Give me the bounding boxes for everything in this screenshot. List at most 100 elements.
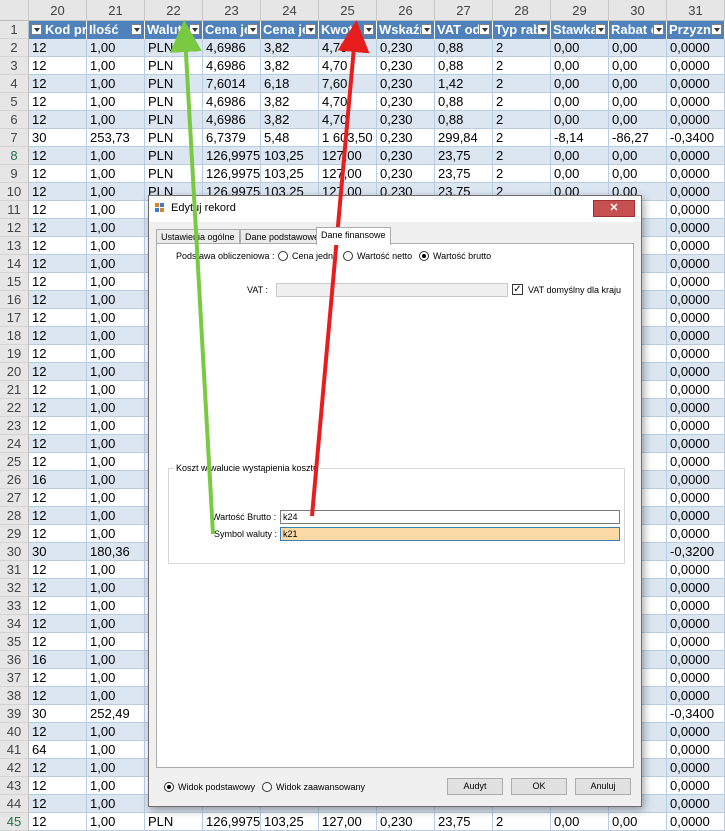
table-cell[interactable]: 1,00 bbox=[87, 777, 145, 795]
table-cell[interactable]: 2 bbox=[493, 57, 551, 75]
row-header[interactable]: 42 bbox=[0, 759, 29, 777]
table-cell[interactable]: 12 bbox=[29, 795, 87, 813]
table-cell[interactable]: 1,00 bbox=[87, 75, 145, 93]
table-cell[interactable]: 30 bbox=[29, 129, 87, 147]
table-cell[interactable]: 1,00 bbox=[87, 417, 145, 435]
row-header[interactable]: 37 bbox=[0, 669, 29, 687]
table-cell[interactable]: 2 bbox=[493, 75, 551, 93]
column-header[interactable]: 27 bbox=[435, 0, 493, 21]
table-cell[interactable]: 12 bbox=[29, 759, 87, 777]
table-cell[interactable]: 23,75 bbox=[435, 147, 493, 165]
table-cell[interactable]: 6,7379 bbox=[203, 129, 261, 147]
table-header-cell[interactable]: Ilość bbox=[87, 21, 145, 39]
table-header-cell[interactable]: Wskaźn bbox=[377, 21, 435, 39]
table-cell[interactable]: 6,18 bbox=[261, 75, 319, 93]
table-cell[interactable]: 12 bbox=[29, 561, 87, 579]
table-cell[interactable]: 0,00 bbox=[609, 93, 667, 111]
table-cell[interactable]: 12 bbox=[29, 75, 87, 93]
table-cell[interactable]: 126,9975 bbox=[203, 813, 261, 831]
table-header-cell[interactable]: Przyzna bbox=[667, 21, 725, 39]
table-cell[interactable]: 3,82 bbox=[261, 57, 319, 75]
table-cell[interactable]: 1,00 bbox=[87, 147, 145, 165]
table-cell[interactable]: 0,88 bbox=[435, 57, 493, 75]
row-header[interactable]: 12 bbox=[0, 219, 29, 237]
sheet-corner[interactable] bbox=[0, 0, 29, 21]
table-cell[interactable]: 1,00 bbox=[87, 687, 145, 705]
table-cell[interactable]: PLN bbox=[145, 75, 203, 93]
table-cell[interactable]: 12 bbox=[29, 525, 87, 543]
table-cell[interactable]: 1,00 bbox=[87, 309, 145, 327]
table-cell[interactable]: 2 bbox=[493, 39, 551, 57]
table-cell[interactable]: 12 bbox=[29, 597, 87, 615]
table-cell[interactable]: 0,0000 bbox=[667, 93, 725, 111]
filter-dropdown-icon[interactable] bbox=[305, 24, 316, 35]
table-cell[interactable]: 103,25 bbox=[261, 165, 319, 183]
table-cell[interactable]: 12 bbox=[29, 201, 87, 219]
row-header[interactable]: 29 bbox=[0, 525, 29, 543]
column-header[interactable]: 29 bbox=[551, 0, 609, 21]
table-cell[interactable]: 0,230 bbox=[377, 39, 435, 57]
table-cell[interactable]: 1,00 bbox=[87, 201, 145, 219]
row-header[interactable]: 13 bbox=[0, 237, 29, 255]
row-header[interactable]: 19 bbox=[0, 345, 29, 363]
table-cell[interactable]: 1,00 bbox=[87, 615, 145, 633]
row-header[interactable]: 6 bbox=[0, 111, 29, 129]
table-cell[interactable]: 0,0000 bbox=[667, 651, 725, 669]
table-cell[interactable]: 12 bbox=[29, 579, 87, 597]
table-cell[interactable]: -0,3400 bbox=[667, 705, 725, 723]
table-cell[interactable]: 1,00 bbox=[87, 291, 145, 309]
row-header[interactable]: 18 bbox=[0, 327, 29, 345]
table-cell[interactable]: 4,6986 bbox=[203, 39, 261, 57]
cancel-button[interactable]: Anuluj bbox=[575, 778, 631, 795]
table-cell[interactable]: 0,0000 bbox=[667, 327, 725, 345]
table-cell[interactable]: 0,00 bbox=[609, 813, 667, 831]
table-cell[interactable]: 1,00 bbox=[87, 597, 145, 615]
table-cell[interactable]: 127,00 bbox=[319, 813, 377, 831]
table-cell[interactable]: 12 bbox=[29, 399, 87, 417]
row-header[interactable]: 8 bbox=[0, 147, 29, 165]
table-cell[interactable]: 12 bbox=[29, 687, 87, 705]
table-cell[interactable]: 0,230 bbox=[377, 165, 435, 183]
row-header[interactable]: 26 bbox=[0, 471, 29, 489]
table-cell[interactable]: 7,60 bbox=[319, 75, 377, 93]
row-header[interactable]: 28 bbox=[0, 507, 29, 525]
table-cell[interactable]: 0,0000 bbox=[667, 453, 725, 471]
table-cell[interactable]: 4,70 bbox=[319, 111, 377, 129]
row-header[interactable]: 15 bbox=[0, 273, 29, 291]
table-cell[interactable]: 0,0000 bbox=[667, 183, 725, 201]
radio-gross-value-label[interactable]: Wartość brutto bbox=[433, 251, 491, 261]
table-cell[interactable]: 0,00 bbox=[551, 111, 609, 129]
table-cell[interactable]: 0,230 bbox=[377, 111, 435, 129]
filter-dropdown-icon[interactable] bbox=[479, 24, 490, 35]
ok-button[interactable]: OK bbox=[511, 778, 567, 795]
table-cell[interactable]: 2 bbox=[493, 813, 551, 831]
row-header[interactable]: 45 bbox=[0, 813, 29, 831]
table-cell[interactable]: 7,6014 bbox=[203, 75, 261, 93]
radio-advanced-view-label[interactable]: Widok zaawansowany bbox=[276, 782, 365, 792]
table-cell[interactable]: 0,230 bbox=[377, 75, 435, 93]
table-cell[interactable]: 12 bbox=[29, 291, 87, 309]
row-header[interactable]: 22 bbox=[0, 399, 29, 417]
table-cell[interactable]: PLN bbox=[145, 93, 203, 111]
table-cell[interactable]: 0,0000 bbox=[667, 363, 725, 381]
table-cell[interactable]: 180,36 bbox=[87, 543, 145, 561]
table-cell[interactable]: 0,0000 bbox=[667, 687, 725, 705]
table-cell[interactable]: 0,0000 bbox=[667, 201, 725, 219]
table-cell[interactable]: 12 bbox=[29, 453, 87, 471]
table-cell[interactable]: 16 bbox=[29, 651, 87, 669]
table-cell[interactable]: 12 bbox=[29, 273, 87, 291]
row-header[interactable]: 25 bbox=[0, 453, 29, 471]
row-header[interactable]: 20 bbox=[0, 363, 29, 381]
row-header[interactable]: 30 bbox=[0, 543, 29, 561]
table-cell[interactable]: 0,00 bbox=[609, 57, 667, 75]
currency-symbol-field[interactable]: k21 bbox=[280, 527, 620, 541]
filter-dropdown-icon[interactable] bbox=[711, 24, 722, 35]
row-header[interactable]: 11 bbox=[0, 201, 29, 219]
table-cell[interactable]: 0,0000 bbox=[667, 309, 725, 327]
table-cell[interactable]: 12 bbox=[29, 237, 87, 255]
table-cell[interactable]: 103,25 bbox=[261, 147, 319, 165]
table-cell[interactable]: 12 bbox=[29, 813, 87, 831]
table-cell[interactable]: PLN bbox=[145, 129, 203, 147]
table-cell[interactable]: 3,82 bbox=[261, 39, 319, 57]
table-cell[interactable]: 0,0000 bbox=[667, 345, 725, 363]
